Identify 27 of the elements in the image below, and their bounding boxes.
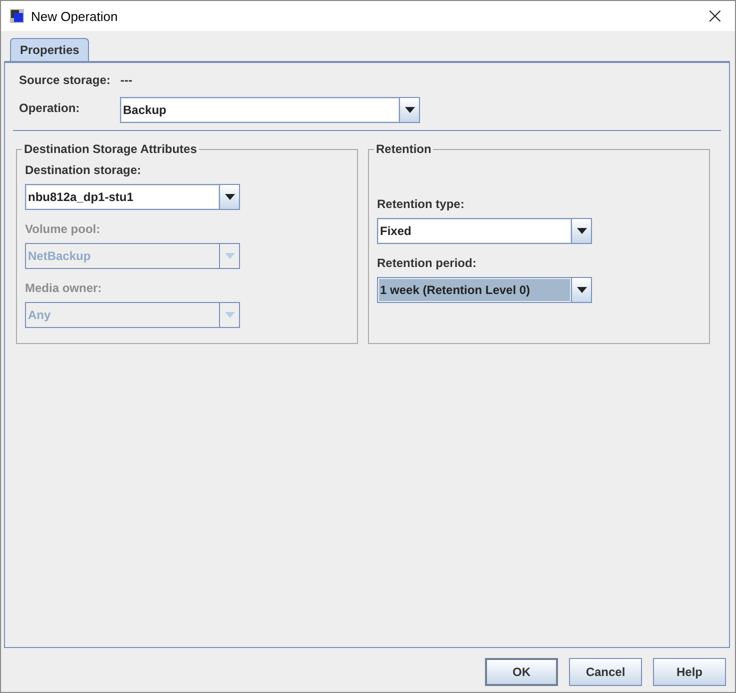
field-value: ---	[120, 73, 132, 87]
caret-icon	[224, 253, 234, 259]
dialog-button[interactable]: OK	[485, 658, 558, 686]
tab[interactable]: Properties	[10, 38, 90, 62]
field-label: Retention period:	[377, 256, 476, 270]
caret-icon	[576, 287, 586, 293]
caret-icon	[404, 107, 414, 113]
field-label: Operation:	[19, 101, 81, 115]
dropdown[interactable]: 1 week (Retention Level 0)	[377, 277, 592, 303]
field-label: Volume pool:	[25, 222, 100, 236]
group-title: Destination Storage Attributes	[22, 142, 199, 156]
field-label: Source storage:	[19, 73, 110, 87]
field-label: Media owner:	[25, 281, 102, 295]
close-button[interactable]: ×	[695, 1, 735, 31]
dropdown[interactable]: nbu812a_dp1-stu1	[25, 184, 240, 210]
dropdown[interactable]: Fixed	[377, 218, 592, 244]
caret-icon	[224, 312, 234, 318]
field-label: Destination storage:	[25, 163, 142, 177]
group-title: Retention	[374, 142, 434, 156]
caret-icon	[576, 228, 586, 234]
window-icon	[10, 9, 24, 23]
dialog-button[interactable]: Cancel	[569, 658, 642, 686]
dialog-button[interactable]: Help	[653, 658, 726, 686]
window-title: New Operation	[31, 8, 118, 24]
dropdown[interactable]: Backup	[120, 97, 420, 123]
caret-icon	[224, 194, 234, 200]
field-label: Retention type:	[377, 197, 464, 211]
